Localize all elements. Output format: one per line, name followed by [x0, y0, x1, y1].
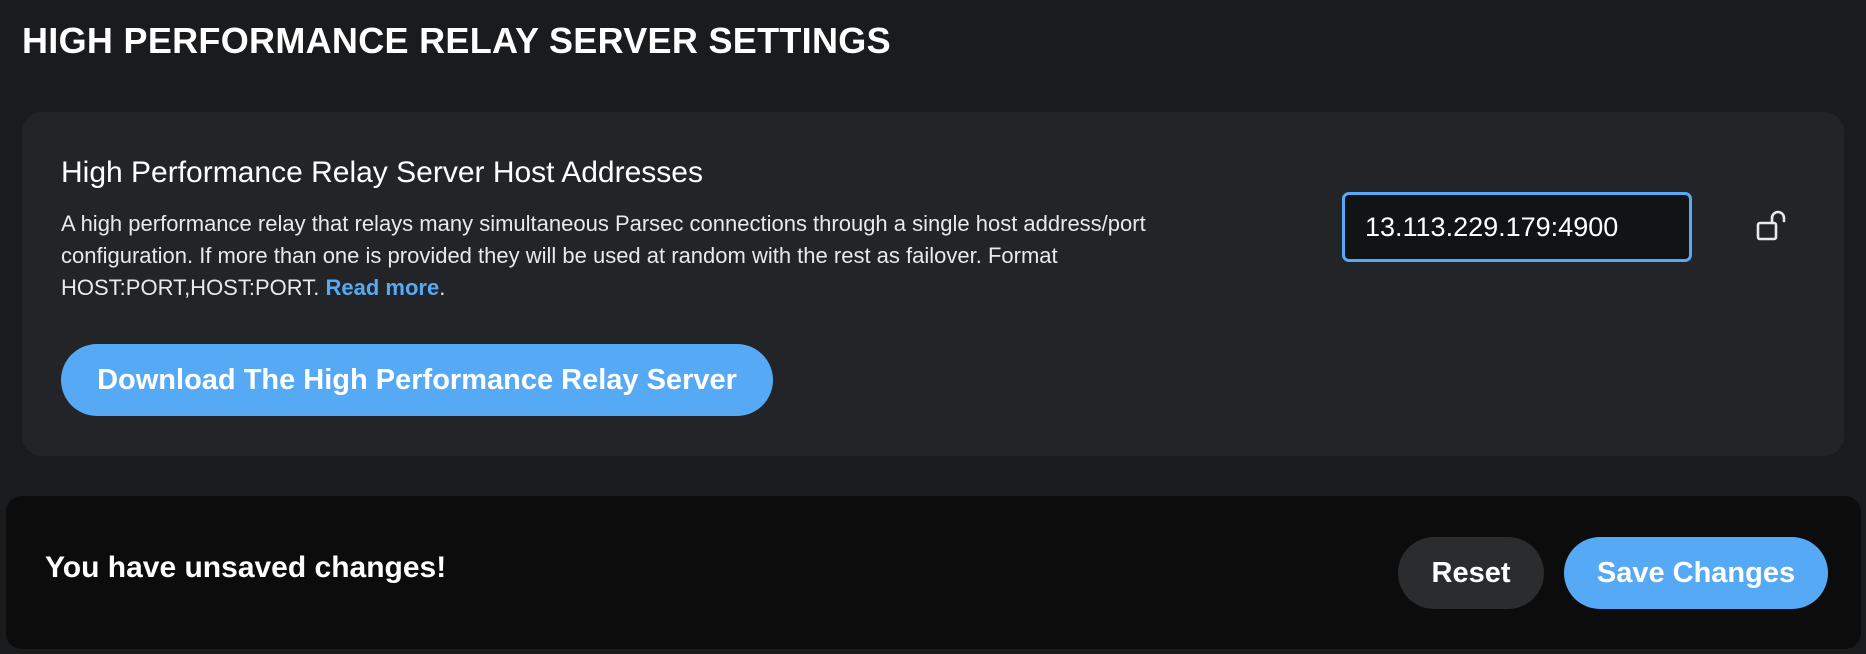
page-title: HIGH PERFORMANCE RELAY SERVER SETTINGS [22, 20, 891, 61]
unsaved-changes-bar: You have unsaved changes! Reset Save Cha… [6, 496, 1861, 649]
lock-toggle-button[interactable] [1750, 204, 1794, 248]
read-more-link[interactable]: Read more [325, 275, 439, 300]
host-addresses-input[interactable] [1342, 192, 1692, 262]
relay-host-setting-card: High Performance Relay Server Host Addre… [22, 112, 1844, 456]
setting-title: High Performance Relay Server Host Addre… [61, 156, 703, 189]
unsaved-changes-message: You have unsaved changes! [45, 551, 447, 584]
save-changes-button[interactable]: Save Changes [1564, 537, 1828, 609]
setting-description-text: A high performance relay that relays man… [61, 211, 1146, 300]
description-period: . [439, 275, 446, 300]
download-relay-server-button[interactable]: Download The High Performance Relay Serv… [61, 344, 773, 416]
setting-description: A high performance relay that relays man… [61, 208, 1211, 304]
reset-button[interactable]: Reset [1398, 537, 1544, 609]
unlocked-padlock-icon [1756, 210, 1786, 241]
relay-settings-page: HIGH PERFORMANCE RELAY SERVER SETTINGS H… [0, 0, 1866, 654]
